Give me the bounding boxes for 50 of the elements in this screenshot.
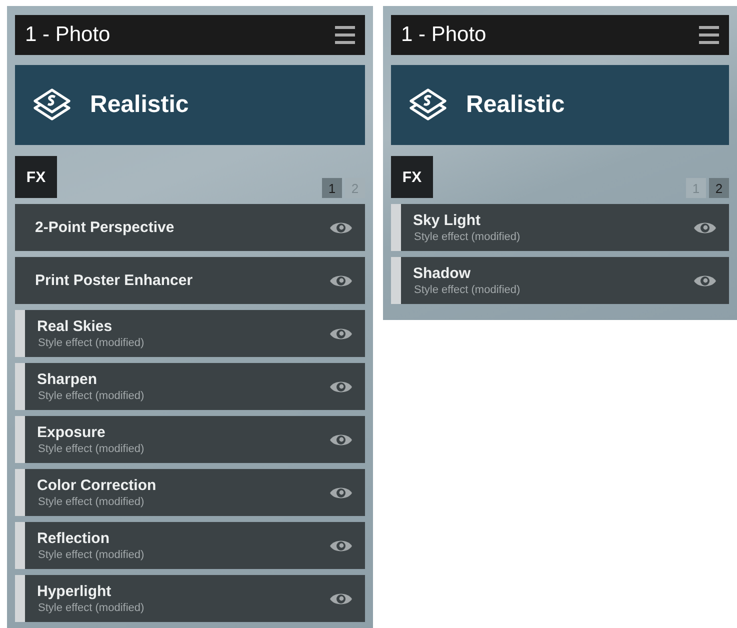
effect-row[interactable]: Shadow Style effect (modified)	[401, 257, 729, 304]
drag-handle[interactable]	[391, 204, 401, 251]
style-name: Realistic	[466, 91, 565, 119]
drag-handle[interactable]	[15, 416, 25, 463]
page-button[interactable]: 1	[322, 178, 342, 198]
effect-subtitle: Style effect (modified)	[413, 231, 520, 243]
drag-handle[interactable]	[15, 522, 25, 569]
effect-row[interactable]: Color Correction Style effect (modified)	[25, 469, 365, 516]
drag-handle[interactable]	[15, 363, 25, 410]
effect-row[interactable]: Exposure Style effect (modified)	[25, 416, 365, 463]
effect-row[interactable]: Real Skies Style effect (modified)	[25, 310, 365, 357]
effect-subtitle: Style effect (modified)	[37, 496, 146, 508]
drag-handle[interactable]	[15, 575, 25, 622]
effect-subtitle: Style effect (modified)	[37, 602, 144, 614]
panel-title: 1 - Photo	[25, 23, 110, 47]
effect-row[interactable]: Print Poster Enhancer	[15, 257, 365, 304]
effect-name: Color Correction	[37, 477, 156, 494]
page-button[interactable]: 2	[709, 178, 729, 198]
layers-icon	[408, 88, 448, 122]
fx-button[interactable]: FX	[15, 156, 57, 198]
effect-name: Sharpen	[37, 371, 98, 388]
effect-subtitle: Style effect (modified)	[37, 337, 144, 349]
style-name: Realistic	[90, 91, 189, 119]
effect-row[interactable]: Sharpen Style effect (modified)	[25, 363, 365, 410]
style-banner[interactable]: Realistic	[391, 65, 729, 145]
menu-icon[interactable]	[335, 26, 355, 44]
effect-row[interactable]: Hyperlight Style effect (modified)	[25, 575, 365, 622]
effect-name: Exposure	[37, 424, 106, 441]
menu-icon[interactable]	[699, 26, 719, 44]
effect-subtitle: Style effect (modified)	[413, 284, 520, 296]
effect-name: Real Skies	[37, 318, 114, 335]
effect-name: Hyperlight	[37, 583, 112, 600]
effect-row[interactable]: Reflection Style effect (modified)	[25, 522, 365, 569]
drag-handle[interactable]	[15, 310, 25, 357]
effect-name: Print Poster Enhancer	[35, 272, 193, 289]
style-banner[interactable]: Realistic	[15, 65, 365, 145]
effect-subtitle: Style effect (modified)	[37, 443, 144, 455]
fx-button[interactable]: FX	[391, 156, 433, 198]
effect-name: Reflection	[37, 530, 111, 547]
drag-handle[interactable]	[15, 469, 25, 516]
layers-icon	[32, 88, 72, 122]
effect-subtitle: Style effect (modified)	[37, 549, 144, 561]
effect-name: Shadow	[413, 265, 472, 282]
panel-title: 1 - Photo	[401, 23, 486, 47]
effect-row[interactable]: Sky Light Style effect (modified)	[401, 204, 729, 251]
effect-row[interactable]: 2-Point Perspective	[15, 204, 365, 251]
effect-name: 2-Point Perspective	[35, 219, 174, 236]
effect-name: Sky Light	[413, 212, 482, 229]
drag-handle[interactable]	[391, 257, 401, 304]
effect-subtitle: Style effect (modified)	[37, 390, 144, 402]
